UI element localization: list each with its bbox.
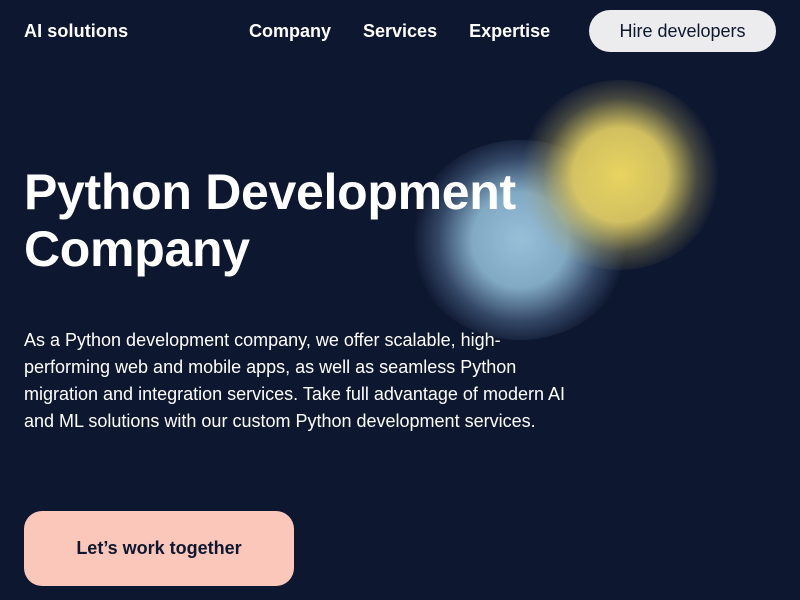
page-title-line-2: Company (24, 221, 250, 277)
page: AI solutions Company Services Expertise … (0, 0, 800, 600)
nav-item-services[interactable]: Services (363, 19, 437, 43)
hire-developers-button[interactable]: Hire developers (589, 10, 776, 52)
site-header: AI solutions Company Services Expertise … (0, 0, 800, 62)
lets-work-together-button[interactable]: Let’s work together (24, 511, 294, 586)
nav-item-expertise[interactable]: Expertise (469, 19, 550, 43)
logo[interactable]: AI solutions (24, 19, 128, 43)
page-title-line-1: Python Development (24, 164, 516, 220)
nav-item-company[interactable]: Company (249, 19, 331, 43)
main-nav: Company Services Expertise (249, 19, 550, 43)
page-title: Python Development Company (24, 164, 584, 278)
hero-description: As a Python development company, we offe… (24, 330, 565, 431)
